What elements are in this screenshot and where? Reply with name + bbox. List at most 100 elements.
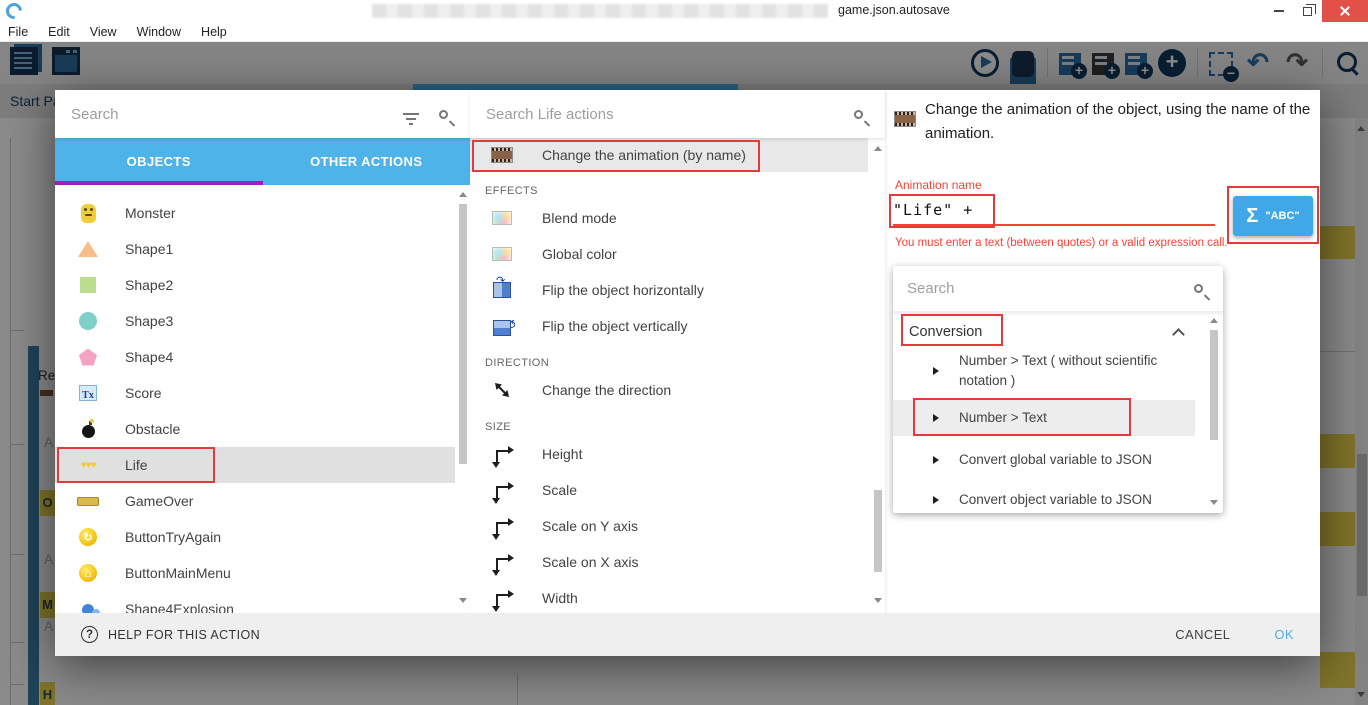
redacted-title-text — [372, 4, 828, 18]
bomb-icon — [82, 425, 95, 438]
section-header-effects: EFFECTS — [470, 172, 885, 200]
close-button[interactable] — [1322, 0, 1368, 22]
help-link[interactable]: HELP FOR THIS ACTION — [108, 628, 260, 642]
window-title: game.json.autosave — [838, 3, 950, 17]
list-item-obstacle[interactable]: Obstacle — [55, 411, 455, 447]
restore-icon — [1303, 7, 1312, 16]
ok-button[interactable]: OK — [1274, 627, 1294, 642]
menu-window[interactable]: Window — [137, 25, 181, 39]
objects-search-row — [55, 90, 470, 138]
hearts-icon — [81, 460, 96, 471]
close-icon — [1339, 5, 1351, 17]
scroll-down-icon[interactable] — [874, 598, 882, 603]
objects-list: Monster Shape1 Shape2 Shape3 Shape4 Scor… — [55, 185, 470, 613]
explosion-icon — [82, 604, 94, 613]
list-item-shape4explosion[interactable]: Shape4Explosion — [55, 591, 455, 613]
actions-panel: Change the animation (by name) EFFECTS B… — [470, 90, 885, 613]
help-icon: ? — [81, 626, 98, 643]
list-item-monster[interactable]: Monster — [55, 195, 455, 231]
sigma-icon: Σ — [1246, 205, 1258, 228]
scroll-down-icon[interactable] — [1210, 500, 1218, 505]
objects-panel: OBJECTS OTHER ACTIONS Monster Shape1 Sha… — [55, 90, 470, 613]
tab-other-actions[interactable]: OTHER ACTIONS — [263, 138, 471, 185]
dropdown-item-number-text-nosci[interactable]: Number > Text ( without scientific notat… — [893, 346, 1195, 396]
action-flip-vertically[interactable]: Flip the object vertically — [470, 308, 868, 344]
dropdown-item-number-text[interactable]: Number > Text — [893, 400, 1195, 436]
action-height[interactable]: Height — [470, 436, 868, 472]
search-icon — [439, 110, 448, 119]
dropdown-search-row — [893, 266, 1223, 312]
action-flip-horizontally[interactable]: Flip the object horizontally — [470, 272, 868, 308]
scrollbar-thumb[interactable] — [459, 204, 467, 464]
action-change-animation[interactable]: Change the animation (by name) — [470, 138, 868, 172]
menu-bar: File Edit View Window Help — [0, 22, 1368, 42]
parameters-panel: Change the animation of the object, usin… — [885, 90, 1320, 613]
retry-button-icon — [79, 528, 97, 546]
scroll-up-icon[interactable] — [874, 146, 882, 151]
banner-icon — [77, 497, 99, 506]
menu-edit[interactable]: Edit — [48, 25, 70, 39]
dropdown-search-input[interactable] — [907, 280, 1194, 297]
list-item-shape1[interactable]: Shape1 — [55, 231, 455, 267]
action-scale[interactable]: Scale — [470, 472, 868, 508]
action-global-color[interactable]: Global color — [470, 236, 868, 272]
menu-file[interactable]: File — [8, 25, 28, 39]
rainbow-icon — [492, 247, 512, 261]
scroll-up-icon[interactable] — [1210, 318, 1218, 323]
resize-icon — [496, 558, 509, 571]
list-item-buttontryagain[interactable]: ButtonTryAgain — [55, 519, 455, 555]
minimize-icon — [1274, 10, 1284, 12]
list-item-gameover[interactable]: GameOver — [55, 483, 455, 519]
circle-icon — [79, 312, 97, 330]
resize-icon — [496, 522, 509, 535]
flip-vertical-icon — [493, 320, 511, 336]
action-width[interactable]: Width — [470, 580, 868, 613]
group-conversion[interactable]: Conversion — [909, 324, 982, 340]
cancel-button[interactable]: CANCEL — [1175, 627, 1230, 642]
animation-name-input[interactable] — [893, 196, 1215, 226]
objects-search-input[interactable] — [71, 106, 399, 123]
scroll-down-icon[interactable] — [459, 598, 467, 603]
search-icon — [1194, 284, 1203, 293]
list-item-life[interactable]: Life — [55, 447, 455, 483]
menu-view[interactable]: View — [90, 25, 117, 39]
actions-search-input[interactable] — [486, 106, 854, 123]
list-item-shape4[interactable]: Shape4 — [55, 339, 455, 375]
dropdown-item-object-json[interactable]: Convert object variable to JSON — [893, 482, 1195, 513]
action-change-direction[interactable]: Change the direction — [470, 372, 868, 408]
action-scale-x[interactable]: Scale on X axis — [470, 544, 868, 580]
action-description: Change the animation of the object, usin… — [925, 98, 1320, 146]
restore-button[interactable] — [1294, 0, 1320, 22]
list-item-shape2[interactable]: Shape2 — [55, 267, 455, 303]
expression-editor-button[interactable]: Σ "ABC" — [1233, 196, 1313, 236]
action-blend-mode[interactable]: Blend mode — [470, 200, 868, 236]
menu-help[interactable]: Help — [201, 25, 227, 39]
caret-right-icon — [933, 456, 939, 464]
actions-search-row — [470, 90, 885, 138]
search-icon — [854, 110, 863, 119]
triangle-icon — [78, 241, 98, 257]
filter-icon[interactable] — [403, 113, 419, 115]
caret-right-icon — [933, 414, 939, 422]
resize-icon — [496, 450, 509, 463]
section-header-direction: DIRECTION — [470, 344, 885, 372]
validation-error: You must enter a text (between quotes) o… — [895, 236, 1231, 250]
scrollbar-thumb[interactable] — [874, 490, 882, 572]
chevron-up-icon[interactable] — [1172, 328, 1185, 341]
rainbow-icon — [492, 211, 512, 225]
objects-tab-bar: OBJECTS OTHER ACTIONS — [55, 138, 470, 185]
dropdown-item-global-json[interactable]: Convert global variable to JSON — [893, 442, 1195, 478]
list-item-score[interactable]: Score — [55, 375, 455, 411]
minimize-button[interactable] — [1266, 0, 1292, 22]
list-item-buttonmainmenu[interactable]: ButtonMainMenu — [55, 555, 455, 591]
action-scale-y[interactable]: Scale on Y axis — [470, 508, 868, 544]
resize-icon — [496, 486, 509, 499]
pentagon-icon — [79, 349, 97, 366]
film-icon — [895, 112, 915, 126]
list-item-shape3[interactable]: Shape3 — [55, 303, 455, 339]
tab-objects[interactable]: OBJECTS — [55, 138, 263, 185]
scroll-up-icon[interactable] — [459, 192, 467, 197]
film-icon — [492, 148, 512, 162]
scrollbar-thumb[interactable] — [1210, 330, 1218, 440]
caret-right-icon — [933, 496, 939, 504]
